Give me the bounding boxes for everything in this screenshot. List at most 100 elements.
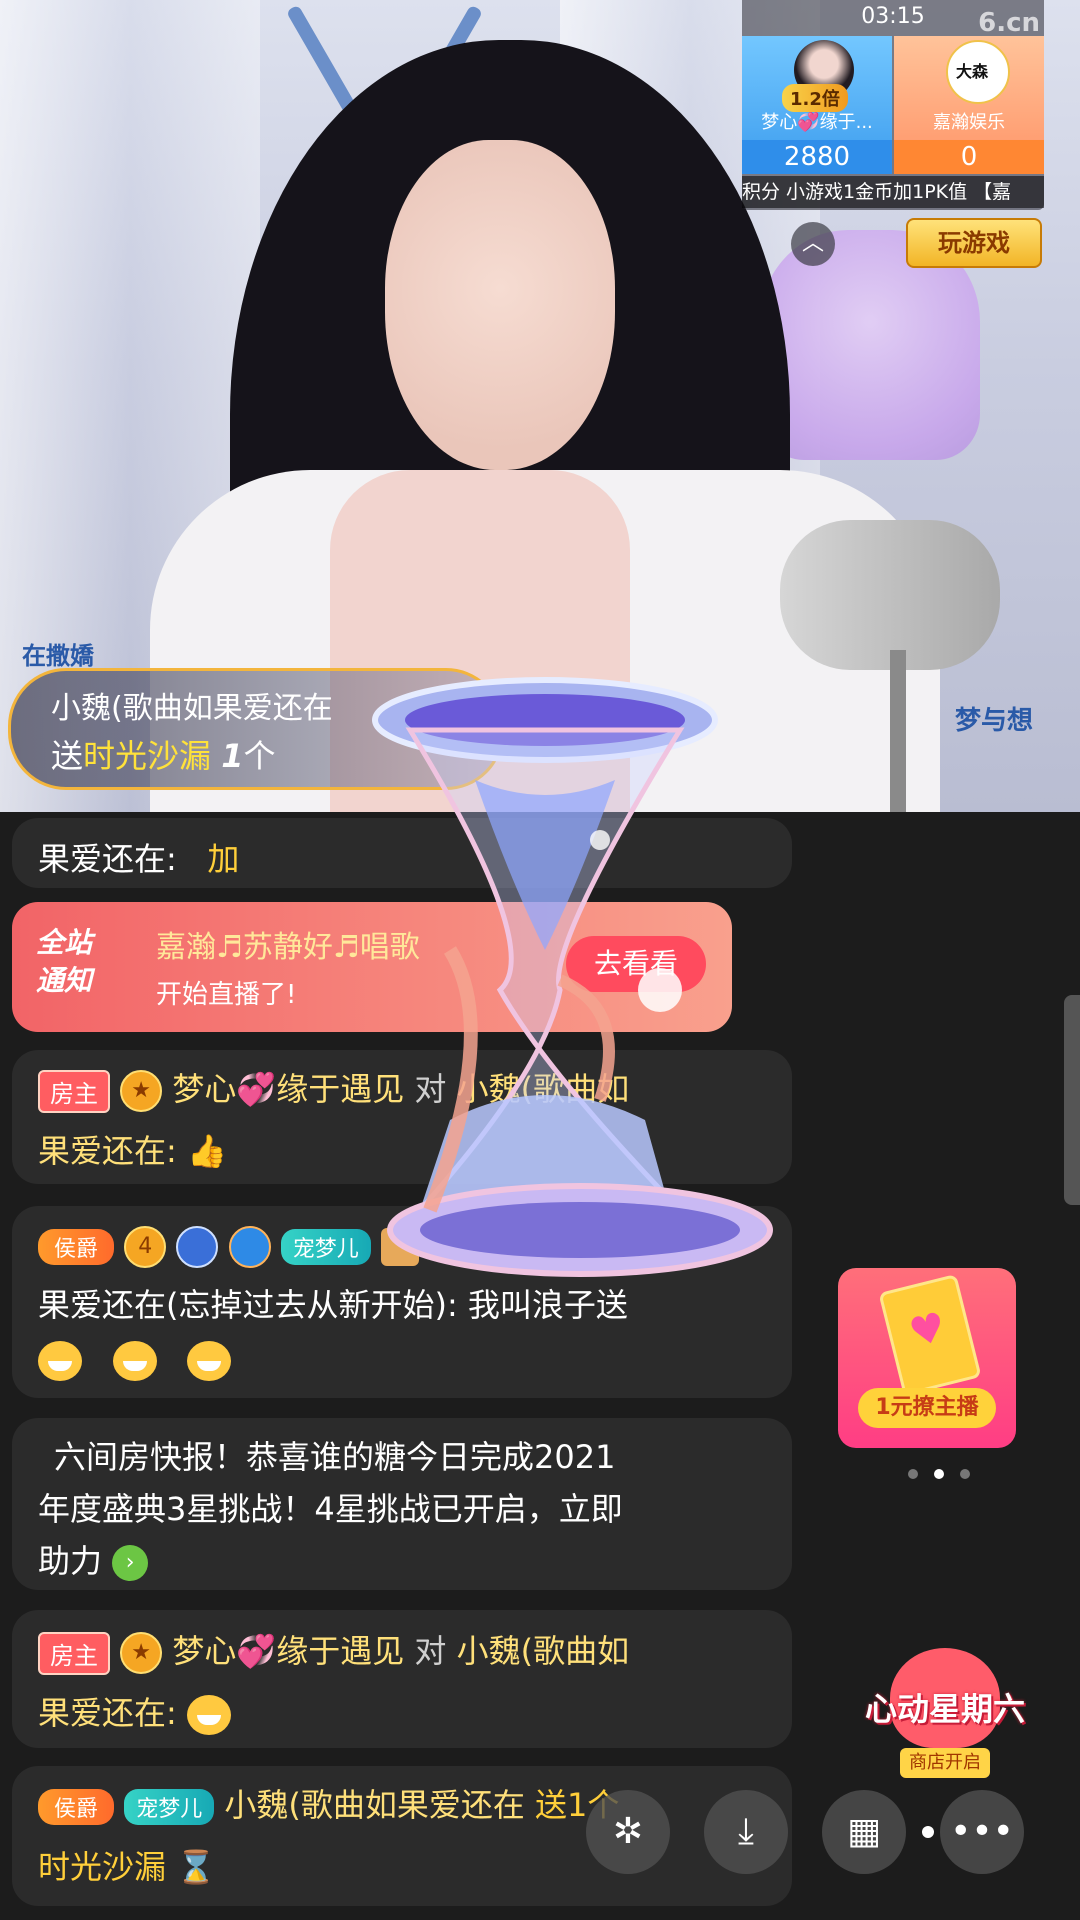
arrow-right-icon[interactable]: › [112,1545,149,1581]
share-icon[interactable]: ✲ [586,1790,670,1874]
gift-name: 时光沙漏 [38,1848,167,1886]
target-user[interactable]: 小魏(歌曲如 [457,1070,630,1108]
target-user-cont: 果爱还在: [38,1694,177,1732]
chat-message: 侯爵 4 宠梦儿 小魏(歌曲如 果爱还在(忘掉过去从新开始): 我叫浪子送 [12,1206,792,1398]
chat-message: 房主 ★ 梦心💞缘于遇见 对 小魏(歌曲如 果爱还在: [12,1610,792,1748]
grin-emoji-icon [187,1341,232,1381]
username-2[interactable]: 缘于遇见 [276,1632,404,1670]
thumb-icon: 👍 [186,1132,227,1170]
carousel-dot [960,1469,970,1479]
emoji-row [38,1340,232,1381]
antler [285,4,359,116]
notice-tag-line2: 通知 [36,964,93,997]
broadcast-line2: 年度盛典3星挑战！4星挑战已开启，立即 [38,1490,623,1528]
site-notice[interactable]: 全站通知 嘉瀚♬苏静好♬唱歌 开始直播了! 去看看 [12,902,732,1032]
play-game-button[interactable]: 玩游戏 [906,218,1042,268]
gem-medal-icon [228,1226,271,1268]
hourglass-icon: ⌛ [176,1848,217,1886]
marquis-badge: 侯爵 [38,1789,115,1825]
chevron-up-icon[interactable]: ︿ [791,222,835,266]
notice-title: 嘉瀚♬苏静好♬唱歌 [156,930,420,965]
gift-sender: 小魏(歌曲如果爱还在 [51,691,333,726]
pk-left-score: 2880 [742,140,892,174]
broadcast-line3-text: 助力 [38,1542,103,1580]
chat-text-tail: 加 [207,840,240,878]
chat-line: 果爱还在: 👍 [38,1126,227,1172]
chat-line: 果爱还在: [38,1688,231,1735]
carousel-dot [908,1469,918,1479]
username-2[interactable]: 缘于遇见 [276,1070,404,1108]
pet-badge: 宠梦儿 [124,1789,215,1825]
to-word: 对 [414,1070,447,1108]
event-subtitle: 商店开启 [900,1748,990,1778]
streamer-face [385,140,615,470]
target-user[interactable]: 小魏(歌曲如 [457,1632,630,1670]
chat-message-text: 果爱还在(忘掉过去从新开始): 我叫浪子送 [38,1286,628,1324]
username[interactable]: 小魏(歌曲如果爱还在 [224,1786,525,1824]
send-word: 送 [51,737,84,775]
target-user[interactable]: 小魏(歌曲如 [429,1226,602,1264]
compass-medal-icon [176,1226,219,1268]
username[interactable]: 梦心 [172,1070,236,1108]
pk-right-side[interactable]: 嘉瀚娱乐 [894,36,1044,140]
gift-name: 时光沙漏 [83,737,212,775]
level-badge: ★ [120,1632,163,1674]
notice-subtitle: 开始直播了! [156,980,297,1010]
gift-banner: 小魏(歌曲如果爱还在 送时光沙漏 1个 [8,668,504,790]
site-logo: 6.cn [978,8,1040,38]
promo-button[interactable]: 1元撩主播 [858,1388,996,1428]
pk-ticker: 积分 小游戏1金币加1PK值 【嘉 [742,176,1044,208]
gift-count: 1 [221,737,244,775]
page-indicator-dot [922,1826,934,1838]
to-word: 对 [414,1632,447,1670]
microphone-stand [890,650,906,812]
target-user-cont: 果爱还在: [38,1132,177,1170]
chat-line: 时光沙漏 ⌛ [38,1842,216,1888]
pet-badge: 宠梦儿 [280,1229,371,1265]
chat-line: 侯爵 4 宠梦儿 小魏(歌曲如 [38,1220,602,1268]
chat-message: 侯爵 宠梦儿 小魏(歌曲如果爱还在 送1个 时光沙漏 ⌛ [12,1766,792,1906]
event-title: 心动星期六 [864,1690,1025,1728]
username[interactable]: 梦心 [172,1632,236,1670]
promo-card[interactable]: 1元撩主播 [838,1268,1016,1448]
pk-left-side[interactable]: 1.2倍 梦心💞缘于... [742,36,892,140]
grin-emoji-icon [38,1341,82,1381]
chat-broadcast[interactable]: 六间房快报！恭喜谁的糖今日完成2021 年度盛典3星挑战！4星挑战已开启，立即 … [12,1418,792,1590]
microphone [780,520,1000,670]
pk-panel[interactable]: 03:15 6.cn 1.2倍 梦心💞缘于... 嘉瀚娱乐 2880 0 积分 … [742,0,1044,210]
carousel-dots [908,1464,986,1483]
download-icon[interactable]: ⤓ [704,1790,788,1874]
avatar[interactable] [946,40,1010,104]
chat-text: 果爱还在: 加 [38,834,239,880]
user-medal-icon [380,1228,419,1266]
chat-message: 果爱还在: 加 [12,818,792,888]
room-owner-badge: 房主 [38,1069,110,1113]
smile-emoji-icon [186,1695,231,1735]
heart-card-icon [878,1273,982,1397]
notice-tag-line1: 全站 [36,926,93,959]
host-tag: 在撒嬌 [22,642,94,670]
gift-unit: 个 [243,737,276,775]
grid-icon[interactable]: ▦ [822,1790,906,1874]
gift-line: 送时光沙漏 1个 [51,731,275,777]
carousel-dot-active [934,1469,944,1479]
more-icon[interactable]: ••• [940,1790,1024,1874]
chat-line: 侯爵 宠梦儿 小魏(歌曲如果爱还在 送1个 [38,1780,619,1826]
heartbeat-saturday-banner[interactable]: 心动星期六 商店开启 [840,1640,1050,1800]
heart-icon: 💞 [236,1632,277,1670]
pk-right-score: 0 [894,140,1044,174]
grin-emoji-icon [112,1341,157,1381]
heart-icon: 💞 [236,1070,277,1108]
pk-left-name: 梦心💞缘于... [761,112,873,133]
marquis-badge: 侯爵 [38,1229,115,1265]
notice-tag: 全站 通知 [36,924,116,1000]
side-drawer-handle[interactable] [1064,995,1080,1205]
go-watch-button[interactable]: 去看看 [566,936,706,992]
chat-line: 房主 ★ 梦心💞缘于遇见 对 小魏(歌曲如 [38,1064,629,1113]
level-badge: 4 [124,1226,167,1268]
broadcast-line3: 助力 › [38,1536,149,1582]
room-owner-badge: 房主 [38,1631,110,1675]
chat-text-partial: 果爱还在: [38,840,177,878]
level-badge: ★ [120,1070,163,1112]
chat-message: 房主 ★ 梦心💞缘于遇见 对 小魏(歌曲如 果爱还在: 👍 [12,1050,792,1184]
